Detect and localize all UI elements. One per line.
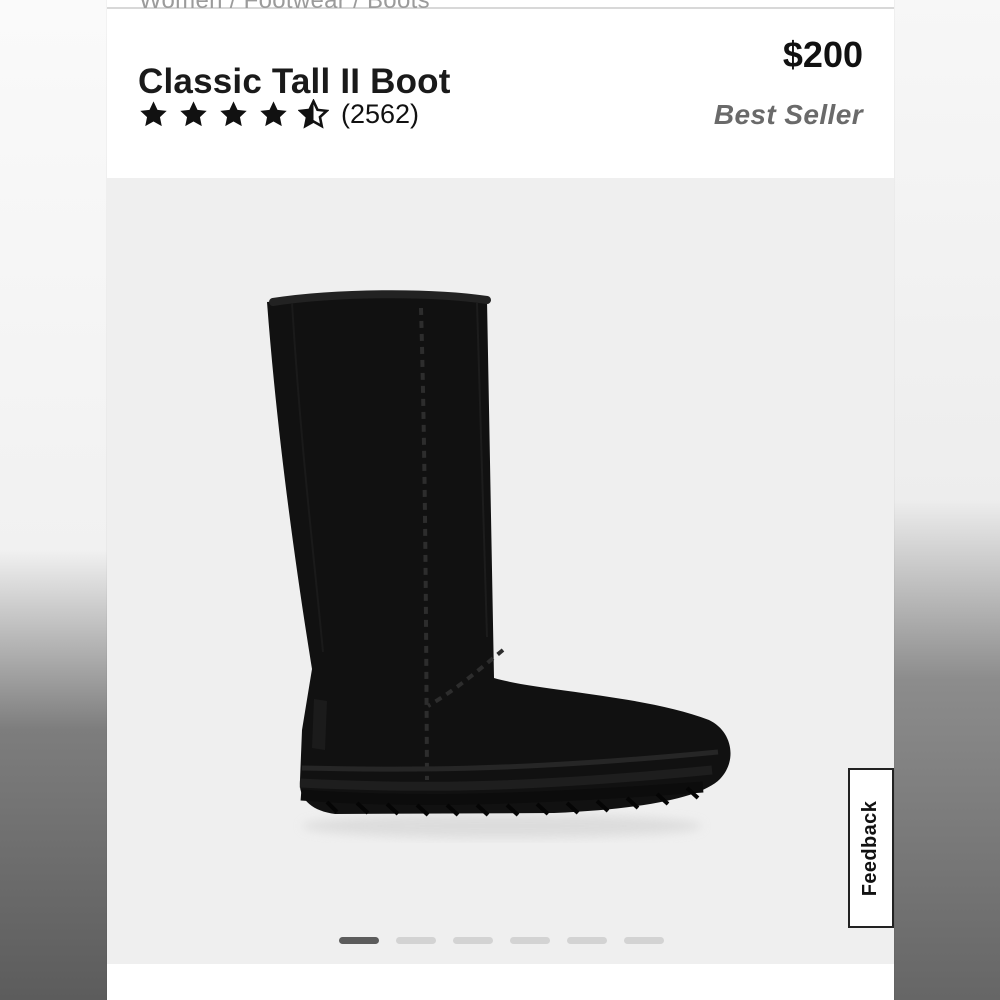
left-background-strip <box>0 0 107 1000</box>
carousel-pagination[interactable] <box>339 937 664 944</box>
carousel-dot[interactable] <box>453 937 493 944</box>
feedback-label: Feedback <box>859 800 882 896</box>
star-icon <box>220 101 247 127</box>
best-seller-badge: Best Seller <box>713 99 863 130</box>
carousel-dot[interactable] <box>624 937 664 944</box>
right-background-strip <box>894 0 1000 1000</box>
carousel-dot[interactable] <box>567 937 607 944</box>
feedback-button[interactable]: Feedback <box>848 768 894 928</box>
breadcrumb: Women / Footwear / Boots <box>139 0 430 14</box>
bottom-panel <box>107 964 894 1000</box>
product-detail-screen: Women / Footwear / Boots Classic Tall II… <box>107 0 894 1000</box>
carousel-dot-active[interactable] <box>339 937 379 944</box>
rating-count: (2562) <box>341 99 420 129</box>
product-image-carousel[interactable] <box>107 178 894 964</box>
rating-stars <box>138 99 329 130</box>
star-icon <box>140 101 167 127</box>
product-title: Classic Tall II Boot <box>138 62 451 102</box>
carousel-dot[interactable] <box>396 937 436 944</box>
star-icon <box>180 101 207 127</box>
carousel-dot[interactable] <box>510 937 550 944</box>
product-price: $200 <box>782 34 863 75</box>
boot-image[interactable] <box>257 290 737 850</box>
product-rating[interactable]: (2562) <box>138 99 419 130</box>
star-half-icon <box>298 99 329 129</box>
star-icon <box>260 101 287 127</box>
